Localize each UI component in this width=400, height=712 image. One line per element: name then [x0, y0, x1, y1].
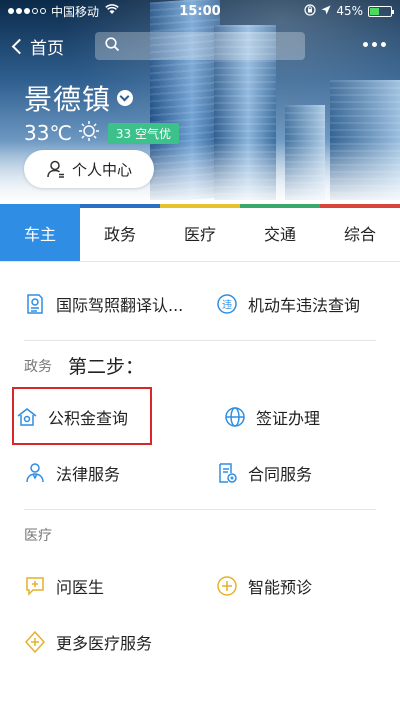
back-label: 首页	[30, 38, 64, 59]
personal-center-label: 个人中心	[71, 160, 132, 179]
house-fund-icon	[17, 408, 37, 426]
smart-diagnosis-icon	[217, 576, 237, 596]
search-bar[interactable]	[95, 32, 305, 60]
document-license-icon	[27, 294, 43, 314]
carrier-name: 中国移动	[51, 4, 100, 19]
city-switch-dropdown-icon[interactable]	[117, 90, 134, 106]
weather-info: 33℃ 33 空气优	[24, 120, 180, 146]
svg-text:违: 违	[222, 299, 232, 311]
violation-icon: 违	[217, 294, 237, 314]
navigation-bar: 首页	[0, 26, 400, 66]
category-tabs: 车主 政务 医疗 交通 综合	[0, 204, 400, 262]
contract-icon	[219, 463, 237, 483]
contract-service-item[interactable]: 合同服务	[200, 461, 400, 485]
smart-diagnosis-item[interactable]: 智能预诊	[200, 574, 400, 598]
more-options-button[interactable]	[363, 42, 386, 47]
user-icon	[47, 160, 64, 178]
divider	[24, 509, 376, 510]
battery-level-fill	[370, 7, 379, 15]
location-arrow-icon	[321, 4, 331, 18]
status-bar: 中国移动 15:00 45%	[0, 0, 400, 22]
search-icon	[105, 36, 120, 56]
sun-icon	[78, 120, 100, 146]
medical-cross-icon	[24, 631, 46, 653]
temperature: 33℃	[24, 121, 72, 145]
rotation-lock-icon	[304, 3, 316, 19]
city-info: 景德镇 33℃ 33 空气优	[24, 78, 180, 146]
international-license-translation-item[interactable]: 国际驾照翻译认...	[0, 292, 200, 316]
step-annotation: 第二步：	[68, 356, 145, 378]
tab-government[interactable]: 政务	[80, 204, 160, 261]
housing-fund-query-item[interactable]: 公积金查询	[0, 405, 200, 429]
tab-traffic[interactable]: 交通	[240, 204, 320, 261]
back-button[interactable]: 首页	[10, 34, 64, 59]
tab-medical[interactable]: 医疗	[160, 204, 240, 261]
divider	[24, 340, 376, 341]
ask-doctor-item[interactable]: 问医生	[0, 574, 200, 598]
legal-service-item[interactable]: 法律服务	[0, 461, 200, 485]
wifi-icon	[105, 4, 119, 18]
city-name: 景德镇	[24, 83, 112, 116]
battery-percentage: 45%	[336, 4, 363, 18]
battery-icon	[368, 5, 394, 17]
lawyer-icon	[26, 463, 44, 483]
search-input[interactable]	[126, 38, 296, 54]
visa-service-item[interactable]: 签证办理	[200, 405, 400, 429]
tab-general[interactable]: 综合	[320, 204, 400, 261]
chevron-left-icon	[11, 38, 28, 54]
item-label: 机动车违法查询	[248, 296, 361, 315]
item-label: 合同服务	[248, 465, 313, 484]
more-dots-icon	[363, 42, 368, 47]
signal-strength-icon	[8, 8, 46, 14]
ask-doctor-icon	[26, 577, 44, 596]
item-label: 问医生	[56, 578, 105, 597]
item-label: 智能预诊	[248, 578, 313, 597]
air-quality-badge: 33 空气优	[107, 122, 180, 144]
tab-car-owner[interactable]: 车主	[0, 204, 80, 261]
item-label: 签证办理	[256, 409, 321, 428]
more-medical-services-item[interactable]: 更多医疗服务	[0, 630, 200, 654]
personal-center-button[interactable]: 个人中心	[24, 150, 154, 188]
globe-icon	[225, 407, 245, 427]
item-label: 法律服务	[56, 465, 121, 484]
section-title-medical: 医疗	[24, 528, 52, 544]
item-label: 国际驾照翻译认...	[56, 296, 184, 315]
section-title-government: 政务 第二步：	[0, 345, 400, 389]
item-label: 更多医疗服务	[56, 634, 153, 653]
item-label: 公积金查询	[48, 409, 129, 428]
service-list: 国际驾照翻译认... 违 机动车违法查询 政务 第二步： 公积金查询 签证办理 …	[0, 262, 400, 670]
vehicle-violation-query-item[interactable]: 违 机动车违法查询	[200, 292, 400, 316]
